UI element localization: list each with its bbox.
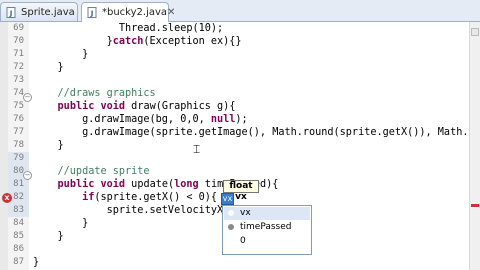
code-line[interactable]: }: [33, 48, 88, 61]
code-token: (Exception ex){}: [143, 36, 242, 47]
code-token: );: [235, 114, 248, 125]
code-line[interactable]: Thread.sleep(10);: [33, 22, 223, 35]
line-number: 79: [13, 153, 24, 163]
code-line[interactable]: public void draw(Graphics g){: [33, 100, 236, 113]
tab-close-icon[interactable]: ✕: [167, 7, 175, 18]
line-number: 74: [13, 88, 24, 98]
code-token: g.drawImage(bg, 0,0,: [33, 114, 211, 125]
tab-sprite-java[interactable]: J Sprite.java: [0, 2, 78, 21]
keyword-token: null: [210, 114, 236, 125]
code-token: g.drawImage(sprite.getImage(), Math.roun…: [33, 127, 475, 138]
comment-token: //draws graphics: [33, 88, 156, 99]
keyword-token: if: [82, 192, 95, 203]
line-number: 83: [13, 205, 24, 215]
text-cursor-icon: ⌶: [193, 142, 201, 156]
code-line[interactable]: }: [33, 61, 64, 74]
code-line[interactable]: }: [33, 139, 64, 152]
content-assist-popup[interactable]: vx timePassed 0: [222, 205, 312, 255]
parameter-hint-tooltip: float vx: [223, 180, 259, 202]
assist-item-label: 0: [240, 236, 246, 246]
code-line[interactable]: sprite.setVelocityX(: [33, 204, 230, 217]
assist-item-label: timePassed: [240, 222, 292, 232]
line-number: 78: [13, 140, 24, 150]
java-file-icon: J: [87, 7, 97, 18]
code-token: }: [33, 231, 64, 242]
code-line[interactable]: }: [33, 256, 39, 269]
code-token: }: [33, 62, 64, 73]
annotation-ruler: [0, 22, 8, 270]
code-token: }: [33, 36, 113, 47]
code-line[interactable]: //draws graphics: [33, 87, 156, 100]
overview-ruler-box: [471, 28, 479, 36]
keyword-token: void: [100, 179, 126, 190]
svg-text:J: J: [9, 9, 13, 17]
tab-label: Sprite.java: [21, 6, 75, 18]
line-number: 71: [13, 49, 24, 59]
assist-item-zero[interactable]: 0: [224, 235, 310, 248]
line-number: 72: [13, 62, 24, 72]
fold-toggle-icon[interactable]: −: [23, 171, 32, 180]
keyword-token: void: [100, 101, 126, 112]
code-line[interactable]: g.drawImage(bg, 0,0, null);: [33, 113, 248, 126]
code-line[interactable]: g.drawImage(sprite.getImage(), Math.roun…: [33, 126, 475, 139]
code-token: }: [33, 257, 40, 268]
assist-item-timepassed[interactable]: timePassed: [224, 221, 310, 234]
local-variable-icon: [228, 210, 234, 216]
editor-tab-bar: J Sprite.java J *bucky2.java ✕: [0, 0, 480, 22]
code-token: update(: [125, 179, 175, 190]
selected-argument[interactable]: vx: [221, 193, 234, 205]
code-line[interactable]: }: [33, 217, 88, 230]
vertical-scrollbar[interactable]: [469, 22, 480, 270]
code-line[interactable]: if(sprite.getX() < 0){: [33, 191, 217, 204]
line-number: 80: [13, 166, 24, 176]
code-token: draw(Graphics g){: [125, 101, 236, 112]
line-number: 84: [13, 218, 24, 228]
line-number: 87: [13, 257, 24, 267]
parameter-icon: [228, 224, 234, 230]
line-number: 77: [13, 127, 24, 137]
line-number: 81: [13, 179, 24, 189]
code-line[interactable]: }catch(Exception ex){}: [33, 35, 242, 48]
line-number: 85: [13, 231, 24, 241]
code-token: }: [33, 49, 89, 60]
keyword-token: catch: [112, 36, 144, 47]
error-icon[interactable]: x: [2, 193, 12, 203]
code-token: (sprite.getX() < 0){: [94, 192, 218, 203]
comment-token: //update sprite: [33, 166, 150, 177]
keyword-token: public: [57, 179, 95, 190]
code-line[interactable]: //update sprite: [33, 165, 150, 178]
assist-item-vx[interactable]: vx: [224, 207, 310, 220]
keyword-token: public: [57, 101, 95, 112]
line-number: 76: [13, 114, 24, 124]
code-token: }: [33, 140, 64, 151]
line-number: 70: [13, 36, 24, 46]
line-number: 73: [13, 75, 24, 85]
line-number: 69: [13, 23, 24, 33]
tab-bucky2-java[interactable]: J *bucky2.java ✕: [81, 2, 175, 22]
line-number: 75: [13, 101, 24, 111]
code-token: Thread.sleep(10);: [33, 23, 224, 34]
assist-item-label: vx: [240, 208, 251, 218]
line-number: 86: [13, 244, 24, 254]
java-file-icon: J: [6, 6, 16, 18]
overview-error-marker[interactable]: [471, 204, 479, 207]
code-line[interactable]: }: [33, 230, 64, 243]
svg-text:J: J: [90, 10, 94, 18]
tab-label: *bucky2.java: [102, 7, 168, 18]
code-token: sprite.setVelocityX(: [33, 205, 230, 216]
keyword-token: long: [174, 179, 199, 190]
fold-toggle-icon[interactable]: −: [23, 93, 32, 102]
code-token: }: [33, 218, 89, 229]
